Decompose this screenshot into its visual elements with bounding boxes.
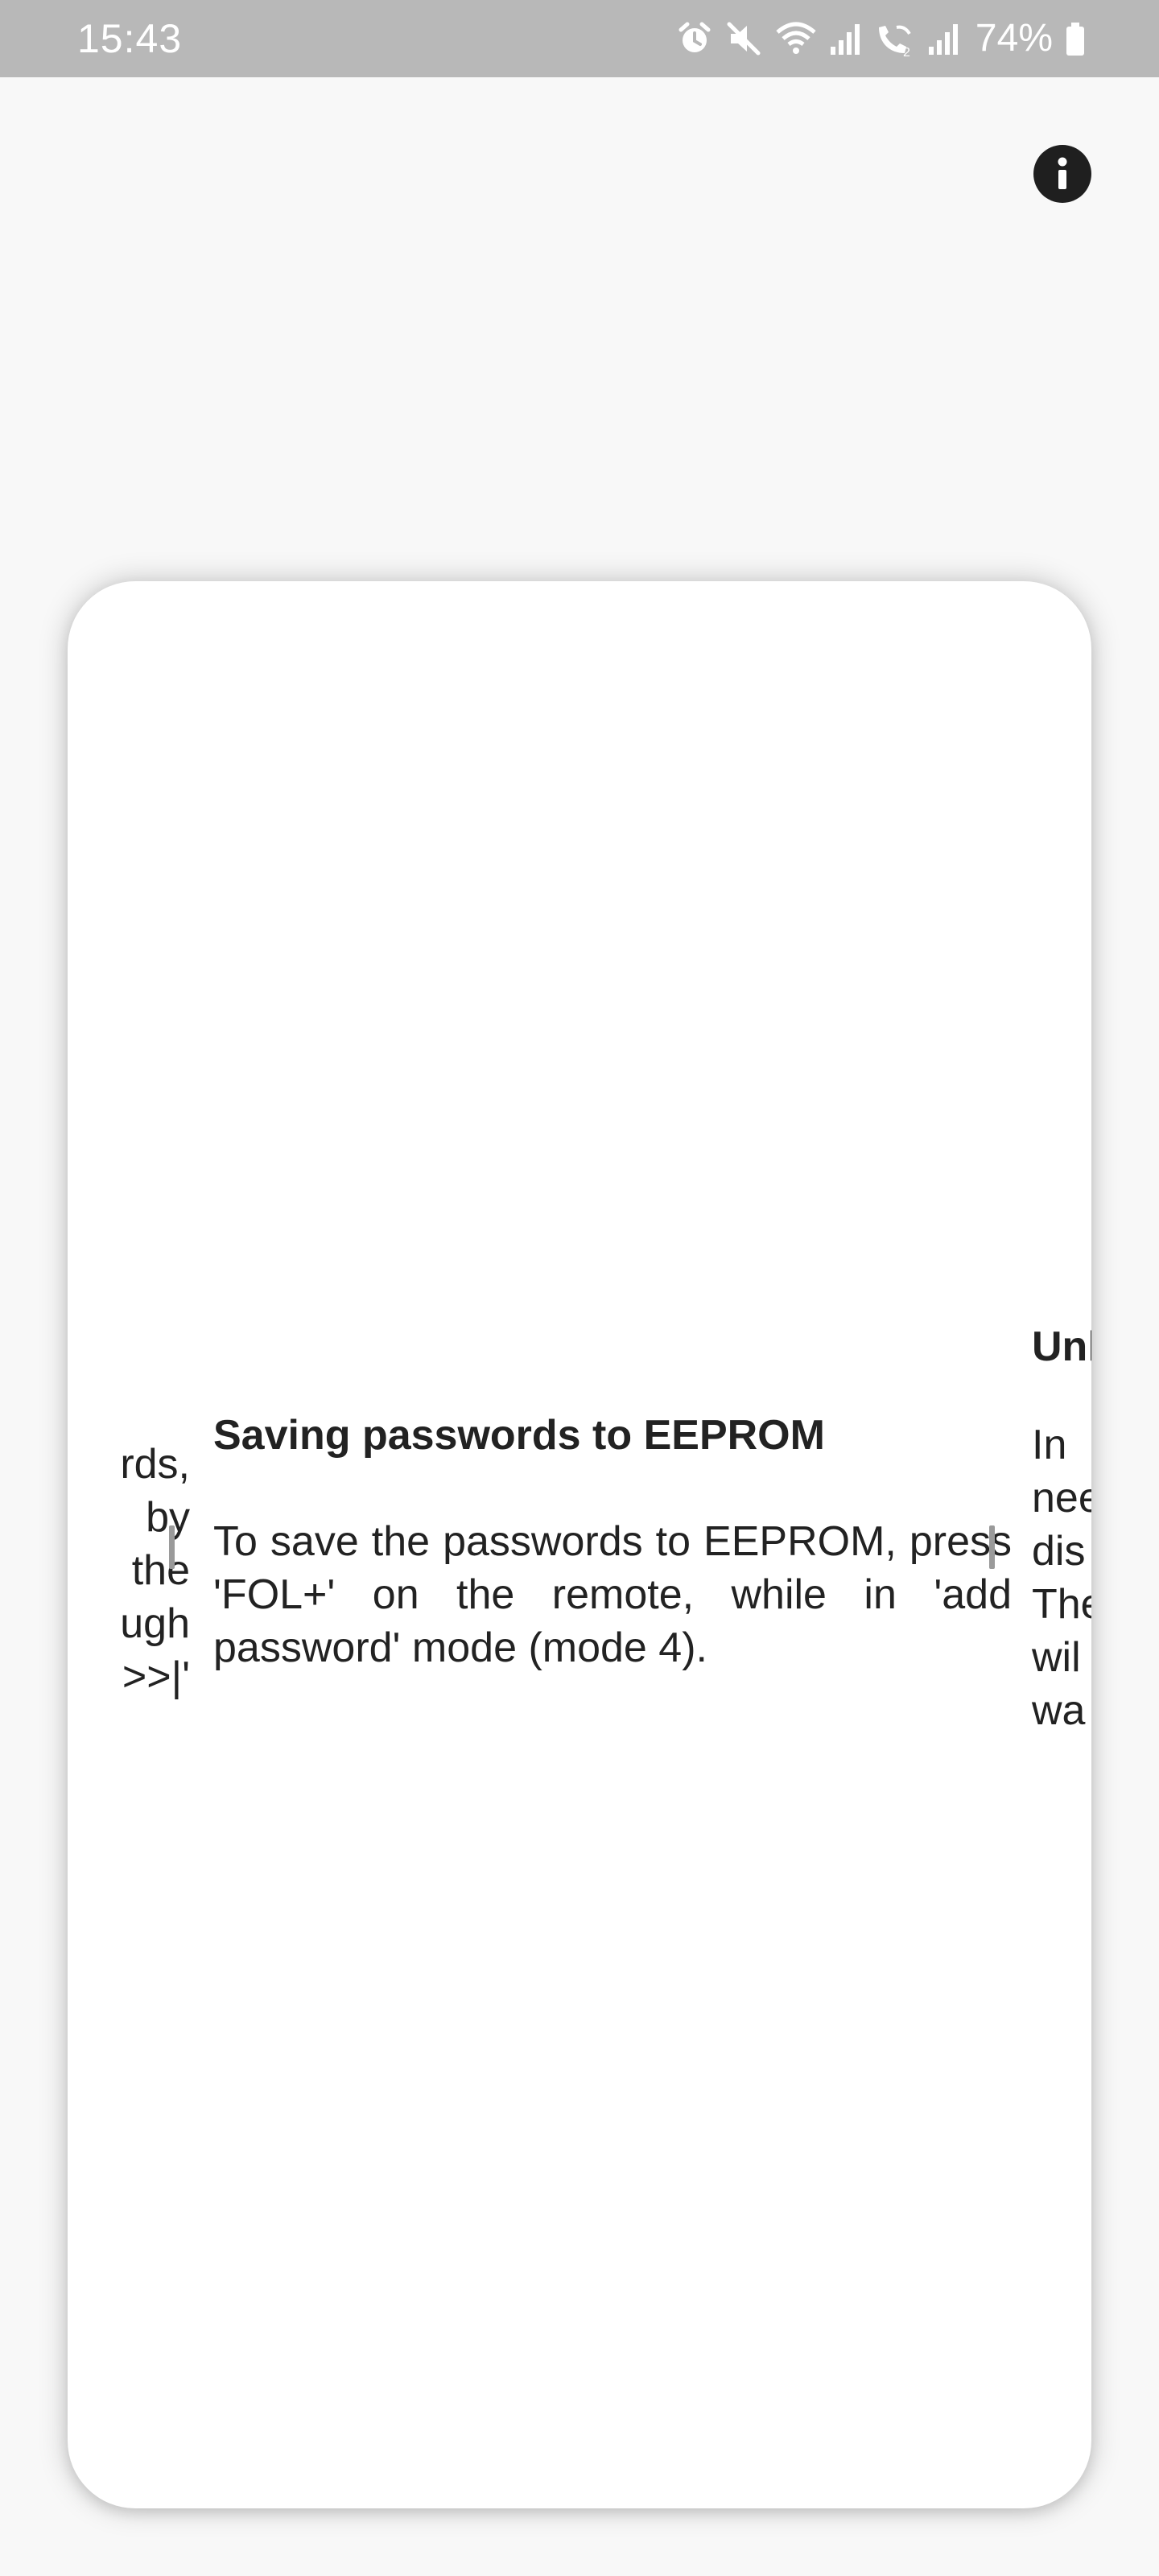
slide-title: Saving passwords to EEPROM xyxy=(213,1412,825,1459)
previous-slide-body: rds, by the ugh >>|' xyxy=(68,1438,190,1703)
battery-icon xyxy=(1064,19,1087,58)
wifi-calling-2-icon: 2 xyxy=(872,19,916,58)
previous-slide[interactable]: rds, by the ugh >>|' xyxy=(68,1438,190,1703)
status-time: 15:43 xyxy=(77,16,183,61)
previous-slide-line: the xyxy=(131,1547,190,1594)
previous-slide-line: >>|' xyxy=(122,1653,190,1700)
status-icons: 2 74% xyxy=(676,16,1087,61)
slide-divider-right xyxy=(989,1525,995,1569)
mute-icon xyxy=(724,19,763,58)
next-slide-line: wil xyxy=(1032,1634,1081,1681)
next-slide-line: In xyxy=(1032,1422,1067,1468)
wifi-calling-icon xyxy=(774,19,818,58)
alarm-icon xyxy=(676,20,713,57)
signal-icon xyxy=(829,19,861,58)
previous-slide-line: ugh xyxy=(120,1600,190,1647)
next-slide-title: Unl xyxy=(1032,1323,1091,1370)
next-slide[interactable]: Unl In nee dis The wil wa xyxy=(1032,1320,1091,1737)
previous-slide-line: rds, xyxy=(120,1441,190,1488)
svg-text:2: 2 xyxy=(903,46,910,58)
previous-slide-line: by xyxy=(146,1494,190,1541)
info-icon xyxy=(1058,157,1067,189)
signal-2-icon xyxy=(927,19,959,58)
next-slide-line: wa xyxy=(1032,1687,1086,1734)
slide-body: To save the passwords to EEPROM, press '… xyxy=(213,1518,1012,1671)
next-slide-body: In nee dis The wil wa xyxy=(1032,1418,1091,1737)
current-slide: Saving passwords to EEPROM To save the p… xyxy=(213,1409,1012,1674)
next-slide-line: nee xyxy=(1032,1475,1091,1521)
status-bar: 15:43 2 74% xyxy=(0,0,1159,77)
slide-divider-left xyxy=(169,1525,175,1569)
info-button[interactable] xyxy=(1033,145,1091,203)
next-slide-line: The xyxy=(1032,1581,1091,1628)
battery-percent: 74% xyxy=(975,17,1053,60)
tutorial-card[interactable]: rds, by the ugh >>|' Saving passwords to… xyxy=(68,581,1091,2508)
next-slide-line: dis xyxy=(1032,1528,1086,1575)
